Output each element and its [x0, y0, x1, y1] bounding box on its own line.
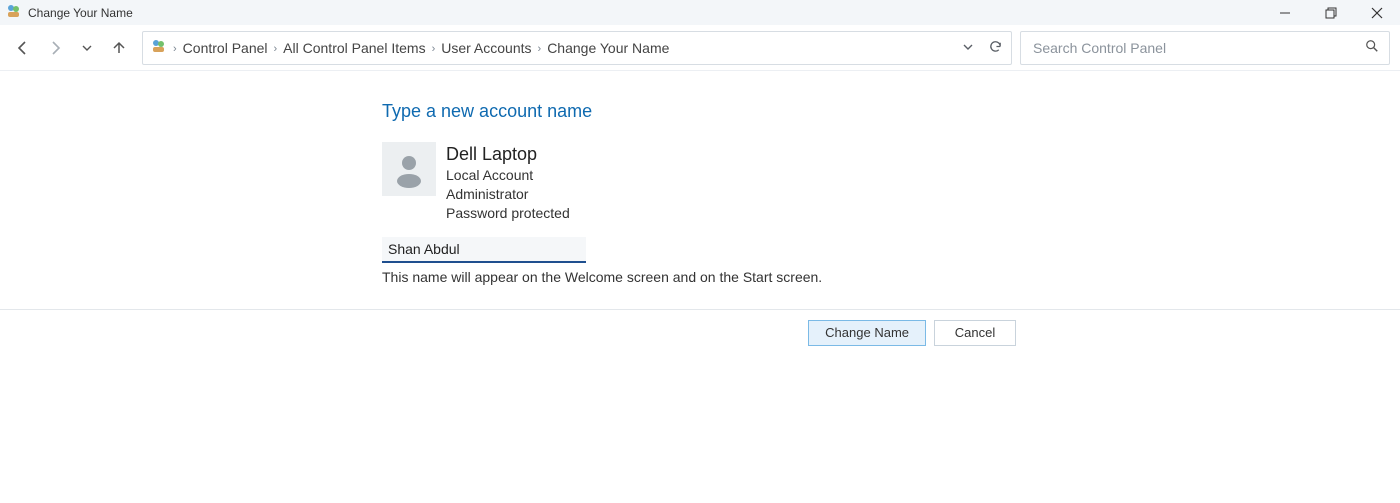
breadcrumb-item[interactable]: User Accounts — [441, 40, 531, 56]
address-dropdown-icon[interactable] — [962, 40, 974, 56]
change-name-button[interactable]: Change Name — [808, 320, 926, 346]
breadcrumb-sep: › — [274, 43, 278, 55]
avatar — [382, 142, 436, 196]
addressbar[interactable]: › Control Panel › All Control Panel Item… — [142, 31, 1012, 65]
nav-buttons — [10, 39, 134, 57]
addressbar-wrap: › Control Panel › All Control Panel Item… — [142, 31, 1390, 65]
toolbar: › Control Panel › All Control Panel Item… — [0, 25, 1400, 71]
search-icon[interactable] — [1365, 39, 1379, 56]
content: Type a new account name Dell Laptop Loca… — [0, 71, 1400, 285]
helper-text: This name will appear on the Welcome scr… — [382, 269, 1400, 285]
breadcrumb-item[interactable]: Control Panel — [183, 40, 268, 56]
page-heading: Type a new account name — [382, 101, 1400, 122]
close-button[interactable] — [1354, 0, 1400, 25]
caption-buttons — [1262, 0, 1400, 25]
titlebar: Change Your Name — [0, 0, 1400, 25]
breadcrumb-item[interactable]: All Control Panel Items — [283, 40, 425, 56]
footer: Change Name Cancel — [0, 309, 1400, 346]
addressbar-icon — [151, 38, 167, 57]
cancel-button[interactable]: Cancel — [934, 320, 1016, 346]
breadcrumb-item[interactable]: Change Your Name — [547, 40, 669, 56]
maximize-button[interactable] — [1308, 0, 1354, 25]
password-status: Password protected — [446, 204, 570, 223]
breadcrumb-sep: › — [538, 43, 542, 55]
window-title: Change Your Name — [28, 6, 133, 20]
back-button[interactable] — [14, 39, 32, 57]
search-input[interactable] — [1031, 39, 1365, 57]
breadcrumb-sep: › — [432, 43, 436, 55]
refresh-button[interactable] — [988, 39, 1003, 57]
account-row: Dell Laptop Local Account Administrator … — [382, 142, 1400, 223]
recent-dropdown-icon[interactable] — [78, 39, 96, 57]
account-name: Dell Laptop — [446, 142, 570, 166]
account-text: Dell Laptop Local Account Administrator … — [446, 142, 570, 223]
addressbar-end — [962, 39, 1003, 57]
titlebar-left: Change Your Name — [6, 3, 133, 22]
forward-button[interactable] — [46, 39, 64, 57]
new-name-input[interactable] — [382, 237, 586, 263]
breadcrumb-sep: › — [173, 43, 177, 55]
minimize-button[interactable] — [1262, 0, 1308, 25]
app-icon — [6, 3, 22, 22]
account-role: Administrator — [446, 185, 570, 204]
account-type: Local Account — [446, 166, 570, 185]
searchbox[interactable] — [1020, 31, 1390, 65]
up-button[interactable] — [110, 39, 128, 57]
